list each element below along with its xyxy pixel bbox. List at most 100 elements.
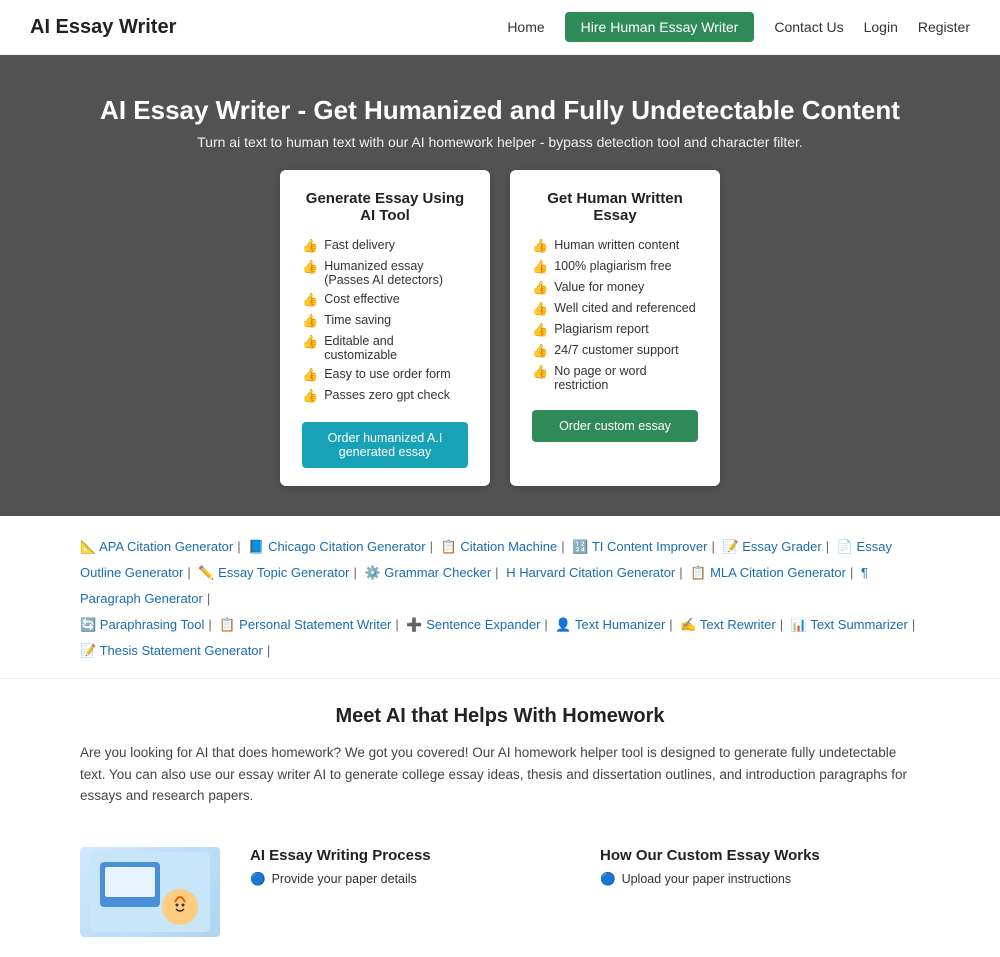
separator: | [679, 565, 682, 580]
separator: | [353, 565, 356, 580]
separator: | [544, 617, 547, 632]
bullet-icon: 👍 [532, 364, 548, 380]
bullet-icon: 👍 [302, 292, 318, 308]
link-essay-grader[interactable]: 📝 Essay Grader [722, 539, 821, 554]
bullet-icon: 👍 [532, 343, 548, 359]
illustration-image [80, 847, 220, 937]
link-essay-topic[interactable]: ✏️ Essay Topic Generator [198, 565, 349, 580]
link-personal-statement[interactable]: 📋 Personal Statement Writer [219, 617, 391, 632]
list-item: 👍Well cited and referenced [532, 301, 698, 317]
link-citation-machine[interactable]: 📋 Citation Machine [441, 539, 558, 554]
list-item: 👍 Plagiarism report [532, 322, 698, 338]
link-apa[interactable]: 📐 APA Citation Generator [80, 539, 233, 554]
link-chicago[interactable]: 📘 Chicago Citation Generator [248, 539, 425, 554]
hero-section: AI Essay Writer - Get Humanized and Full… [0, 55, 1000, 516]
bullet-icon: 👍 [302, 334, 318, 350]
tools-links-section: 📐 APA Citation Generator | 📘 Chicago Cita… [0, 516, 1000, 679]
card-ai-list: 👍Fast delivery 👍 Humanized essay (Passes … [302, 238, 468, 404]
link-text-humanizer[interactable]: 👤 Text Humanizer [555, 617, 665, 632]
card-human-title: Get Human Written Essay [532, 190, 698, 224]
nav-register[interactable]: Register [918, 19, 970, 35]
order-ai-button[interactable]: Order humanized A.I generated essay [302, 422, 468, 468]
feature-text: Editable and customizable [324, 334, 468, 362]
link-text-summarizer[interactable]: 📊 Text Summarizer [791, 617, 908, 632]
card-human: Get Human Written Essay 👍 Human written c… [510, 170, 720, 486]
feature-text: No page or word restriction [554, 364, 698, 392]
nav-contact[interactable]: Contact Us [774, 19, 843, 35]
link-paraphrasing[interactable]: 🔄 Paraphrasing Tool [80, 617, 204, 632]
item-text: Provide your paper details [272, 872, 417, 886]
list-item: 👍Easy to use order form [302, 367, 468, 383]
separator: | [207, 591, 210, 606]
custom-essay-title: How Our Custom Essay Works [600, 847, 920, 864]
list-item: 👍 Editable and customizable [302, 334, 468, 362]
custom-essay-item: 🔵 Upload your paper instructions [600, 872, 920, 887]
separator: | [850, 565, 853, 580]
list-item: 👍24/7 customer support [532, 343, 698, 359]
hero-title: AI Essay Writer - Get Humanized and Full… [100, 95, 900, 126]
list-item: 👍Fast delivery [302, 238, 468, 254]
separator: | [495, 565, 498, 580]
bullet-icon: 👍 [532, 322, 548, 338]
bullet-icon: 🔵 [600, 872, 616, 887]
link-mla[interactable]: 📋 MLA Citation Generator [690, 565, 846, 580]
separator: | [430, 539, 433, 554]
card-human-list: 👍 Human written content 👍 100% plagiarism … [532, 238, 698, 392]
feature-text: Humanized essay (Passes AI detectors) [324, 259, 468, 287]
link-grammar[interactable]: ⚙️ Grammar Checker [364, 565, 491, 580]
list-item: 👍 Human written content [532, 238, 698, 254]
feature-text: Human written content [554, 238, 679, 252]
item-text: Upload your paper instructions [622, 872, 792, 886]
link-content-improver[interactable]: 🔢 TI Content Improver [572, 539, 707, 554]
list-item: 👍 100% plagiarism free [532, 259, 698, 275]
main-nav: Home Hire Human Essay Writer Contact Us … [507, 12, 970, 42]
bullet-icon: 👍 [532, 280, 548, 296]
list-item: 👍 No page or word restriction [532, 364, 698, 392]
separator: | [711, 539, 714, 554]
meet-title: Meet AI that Helps With Homework [80, 705, 920, 728]
feature-text: Value for money [554, 280, 644, 294]
feature-text: Time saving [324, 313, 391, 327]
cards-row: Generate Essay Using AI Tool 👍Fast deliv… [280, 170, 720, 486]
separator: | [237, 539, 240, 554]
bullet-icon: 👍 [302, 313, 318, 329]
illustration-svg [90, 852, 210, 932]
card-ai-title: Generate Essay Using AI Tool [302, 190, 468, 224]
feature-text: Cost effective [324, 292, 400, 306]
bullet-icon: 👍 [302, 259, 318, 275]
bullet-icon: 👍 [532, 301, 548, 317]
bullet-icon: 👍 [532, 238, 548, 254]
bullet-icon: 👍 [532, 259, 548, 275]
list-item: 👍 Time saving [302, 313, 468, 329]
list-item: 👍 Cost effective [302, 292, 468, 308]
feature-text: Easy to use order form [324, 367, 450, 381]
feature-text: 100% plagiarism free [554, 259, 671, 273]
separator: | [395, 617, 398, 632]
link-harvard[interactable]: H Harvard Citation Generator [506, 565, 675, 580]
separator: | [187, 565, 190, 580]
custom-essay-col: How Our Custom Essay Works 🔵 Upload your… [600, 847, 920, 891]
meet-section: Meet AI that Helps With Homework Are you… [0, 679, 1000, 847]
bullet-icon: 👍 [302, 388, 318, 404]
nav-hire-button[interactable]: Hire Human Essay Writer [565, 12, 755, 42]
link-thesis[interactable]: 📝 Thesis Statement Generator [80, 643, 263, 658]
nav-login[interactable]: Login [864, 19, 898, 35]
link-text-rewriter[interactable]: ✍️ Text Rewriter [680, 617, 775, 632]
meet-desc: Are you looking for AI that does homewor… [80, 742, 920, 807]
order-human-button[interactable]: Order custom essay [532, 410, 698, 442]
header: AI Essay Writer Home Hire Human Essay Wr… [0, 0, 1000, 55]
list-item: 👍 Value for money [532, 280, 698, 296]
link-sentence-expander[interactable]: ➕ Sentence Expander [406, 617, 540, 632]
bottom-row: AI Essay Writing Process 🔵 Provide your … [0, 847, 1000, 957]
writing-process-title: AI Essay Writing Process [250, 847, 570, 864]
separator: | [912, 617, 915, 632]
feature-text: Passes zero gpt check [324, 388, 450, 402]
separator: | [208, 617, 211, 632]
separator: | [561, 539, 564, 554]
feature-text: Plagiarism report [554, 322, 648, 336]
list-item: 👍 Humanized essay (Passes AI detectors) [302, 259, 468, 287]
nav-home[interactable]: Home [507, 19, 544, 35]
hero-subtitle: Turn ai text to human text with our AI h… [100, 134, 900, 150]
separator: | [267, 643, 270, 658]
writing-process-item: 🔵 Provide your paper details [250, 872, 570, 887]
